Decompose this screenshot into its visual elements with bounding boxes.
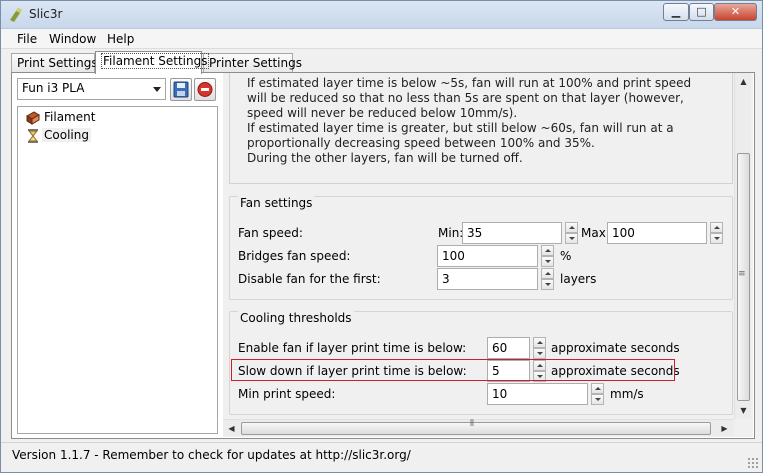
floppy-disk-icon (173, 81, 189, 98)
scroll-grip-icon: ≡ (738, 269, 746, 279)
min-print-speed-input[interactable]: 10 (487, 383, 588, 405)
cooling-description: If estimated layer time is below ~5s, fa… (229, 73, 733, 184)
min-print-speed-spinner[interactable] (591, 383, 604, 405)
status-text: Version 1.1.7 - Remember to check for up… (12, 448, 411, 462)
horizontal-scroll-thumb[interactable] (241, 422, 711, 435)
tab-printer-settings[interactable]: Printer Settings (203, 53, 302, 73)
enable-fan-threshold-spinner[interactable] (533, 337, 546, 359)
disable-fan-label: Disable fan for the first: (238, 272, 381, 286)
maximize-button[interactable]: □ (689, 3, 714, 21)
fan-min-label: Min: (438, 226, 464, 240)
menu-window[interactable]: Window (49, 32, 96, 46)
bridges-fan-speed-unit: % (560, 249, 572, 263)
highlight-box (231, 359, 675, 381)
disable-fan-unit: layers (560, 272, 597, 286)
close-button[interactable]: ✕ (714, 3, 757, 21)
minimize-button[interactable]: ▁ (663, 3, 689, 21)
resize-grip-icon[interactable] (747, 457, 759, 469)
bridges-fan-speed-label: Bridges fan speed: (238, 249, 351, 263)
fan-min-speed-spinner[interactable] (565, 222, 578, 244)
vertical-scrollbar[interactable]: ▲ ≡ ▼ (734, 73, 751, 419)
min-print-speed-unit: mm/s (610, 387, 644, 401)
chevron-down-icon (153, 87, 161, 92)
preset-dropdown[interactable]: Fun i3 PLA (17, 78, 166, 100)
min-print-speed-label: Min print speed: (238, 387, 336, 401)
fan-speed-label: Fan speed: (238, 226, 303, 240)
fan-max-speed-spinner[interactable] (710, 222, 723, 244)
menu-bar: File Window Help (1, 29, 762, 49)
disable-fan-layers-spinner[interactable] (541, 268, 554, 290)
scroll-right-icon[interactable]: ▶ (717, 421, 732, 436)
title-bar[interactable]: Slic3r ▁ □ ✕ (1, 1, 762, 29)
tab-filament-settings[interactable]: Filament Settings (95, 51, 210, 74)
menu-help[interactable]: Help (107, 32, 134, 46)
cooling-thresholds-title: Cooling thresholds (238, 311, 354, 325)
save-preset-button[interactable] (170, 78, 192, 101)
menu-file[interactable]: File (17, 32, 37, 46)
enable-fan-threshold-unit: approximate seconds (551, 341, 680, 355)
preset-selected-value: Fun i3 PLA (22, 81, 85, 95)
slic3r-logo-icon (10, 8, 22, 22)
window-title: Slic3r (29, 7, 63, 21)
fan-max-speed-input[interactable]: 100 (607, 222, 707, 244)
fan-min-speed-input[interactable]: 35 (462, 222, 562, 244)
tab-print-settings[interactable]: Print Settings (11, 53, 98, 73)
horizontal-grip-icon: ⦀ (470, 419, 474, 429)
horizontal-scrollbar[interactable]: ◀ ⦀ ▶ (223, 419, 734, 436)
fan-settings-title: Fan settings (238, 196, 315, 210)
app-window: Slic3r ▁ □ ✕ File Window Help Print Sett… (0, 0, 763, 473)
fan-max-label: Max: (581, 226, 610, 240)
disable-fan-layers-input[interactable]: 3 (437, 268, 538, 290)
enable-fan-threshold-label: Enable fan if layer print time is below: (238, 341, 467, 355)
scroll-left-icon[interactable]: ◀ (224, 421, 239, 436)
bridges-fan-speed-input[interactable]: 100 (437, 245, 538, 267)
fan-settings-group: Fan settings Fan speed: Min: 35 Max: 100… (229, 196, 733, 300)
delete-preset-button[interactable] (194, 78, 216, 101)
status-bar: Version 1.1.7 - Remember to check for up… (1, 442, 762, 472)
delete-icon (197, 82, 213, 97)
spool-icon (26, 111, 40, 125)
settings-page-tree: Filament Cooling (17, 106, 218, 434)
settings-scroll-pane: If estimated layer time is below ~5s, fa… (223, 73, 753, 437)
hourglass-icon (27, 129, 39, 143)
bridges-fan-speed-spinner[interactable] (541, 245, 554, 267)
scroll-up-icon[interactable]: ▲ (736, 74, 751, 89)
scroll-down-icon[interactable]: ▼ (736, 403, 751, 418)
enable-fan-threshold-input[interactable]: 60 (487, 337, 530, 359)
